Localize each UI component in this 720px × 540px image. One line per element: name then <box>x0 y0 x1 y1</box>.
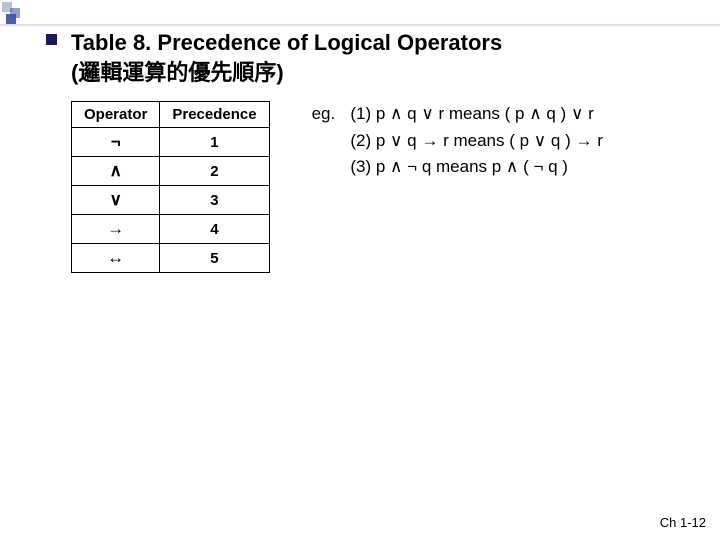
slide-title: Table 8. Precedence of Logical Operators… <box>71 28 502 87</box>
table-row: ∨ 3 <box>72 186 270 215</box>
example-text: (1) p ∧ q ∨ r means ( p ∧ q ) ∨ r <box>350 104 593 123</box>
eg-label: eg. <box>312 101 346 127</box>
table-header-row: Operator Precedence <box>72 102 270 128</box>
examples-block: eg. (1) p ∧ q ∨ r means ( p ∧ q ) ∨ r (2… <box>312 101 603 180</box>
table-row: ¬ 1 <box>72 128 270 157</box>
header-precedence: Precedence <box>160 102 269 128</box>
operator-cell: → <box>72 215 160 244</box>
slide-corner-decoration <box>0 0 28 28</box>
precedence-cell: 3 <box>160 186 269 215</box>
example-text: (2) p ∨ q → r means ( p ∨ q ) → r <box>350 131 603 150</box>
precedence-cell: 4 <box>160 215 269 244</box>
table-row: → 4 <box>72 215 270 244</box>
header-operator: Operator <box>72 102 160 128</box>
title-sub: (邏輯運算的優先順序) <box>71 58 502 88</box>
example-line: (3) p ∧ ¬ q means p ∧ ( ¬ q ) <box>312 154 603 180</box>
table-row: ↔ 5 <box>72 244 270 273</box>
operator-cell: ¬ <box>72 128 160 157</box>
table-row: ∧ 2 <box>72 157 270 186</box>
slide-footer: Ch 1-12 <box>660 515 706 530</box>
precedence-cell: 1 <box>160 128 269 157</box>
precedence-cell: 5 <box>160 244 269 273</box>
slide-content: Table 8. Precedence of Logical Operators… <box>46 28 696 273</box>
operator-cell: ∧ <box>72 157 160 186</box>
title-row: Table 8. Precedence of Logical Operators… <box>46 28 696 87</box>
example-text: (3) p ∧ ¬ q means p ∧ ( ¬ q ) <box>350 157 568 176</box>
title-main: Table 8. Precedence of Logical Operators <box>71 30 502 55</box>
operator-cell: ∨ <box>72 186 160 215</box>
operator-cell: ↔ <box>72 244 160 273</box>
precedence-cell: 2 <box>160 157 269 186</box>
body-row: Operator Precedence ¬ 1 ∧ 2 ∨ 3 → 4 ↔ 5 <box>71 101 696 273</box>
example-line: (2) p ∨ q → r means ( p ∨ q ) → r <box>312 128 603 154</box>
precedence-table: Operator Precedence ¬ 1 ∧ 2 ∨ 3 → 4 ↔ 5 <box>71 101 270 273</box>
example-line: eg. (1) p ∧ q ∨ r means ( p ∧ q ) ∨ r <box>312 101 603 127</box>
bullet-icon <box>46 34 57 45</box>
